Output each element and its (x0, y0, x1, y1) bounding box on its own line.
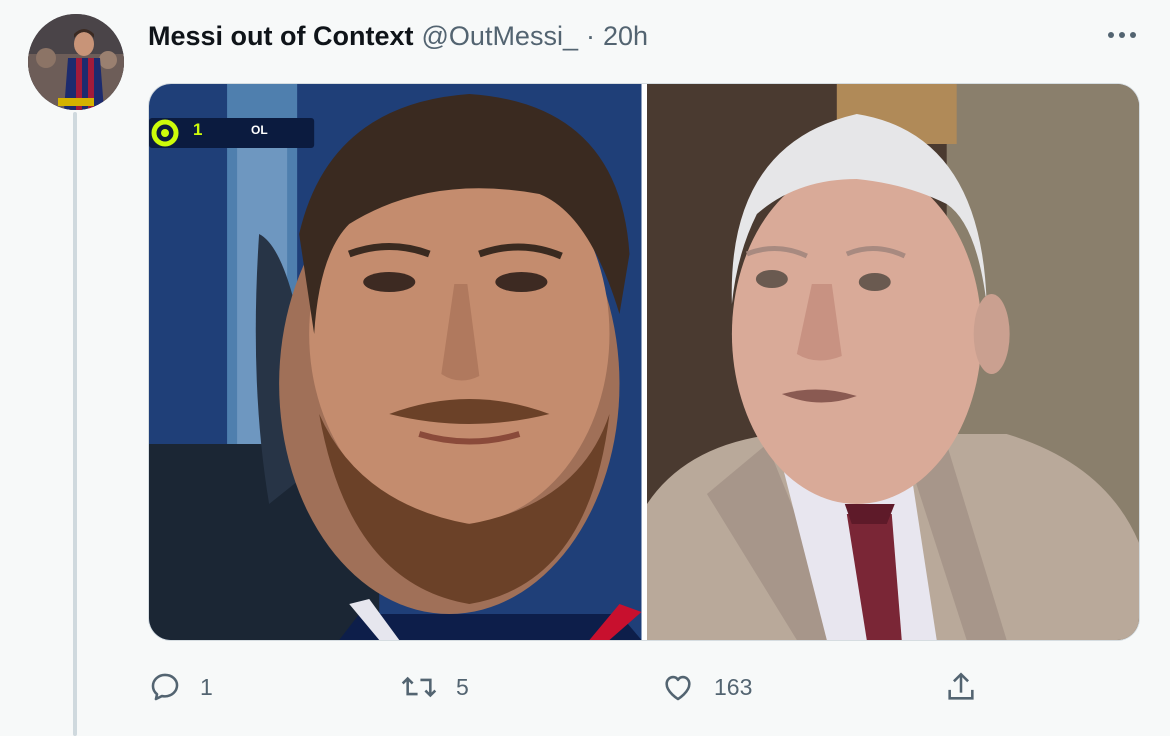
share-icon (948, 672, 974, 700)
tweet-actions: 1 5 163 (148, 664, 988, 710)
retweet-button[interactable]: 5 (400, 664, 469, 710)
share-button[interactable] (944, 664, 978, 710)
tweet-header: Messi out of Context @OutMessi_ · 20h (148, 18, 648, 54)
like-count: 163 (714, 673, 753, 700)
separator-dot: · (585, 20, 595, 51)
reply-count: 1 (200, 673, 213, 700)
author-avatar[interactable] (28, 14, 124, 110)
thread-line (73, 112, 77, 736)
retweet-count: 5 (456, 673, 469, 700)
team-overlay: OL (251, 123, 268, 137)
reply-button[interactable]: 1 (148, 664, 213, 710)
author-display-name[interactable]: Messi out of Context (148, 21, 414, 52)
tweet-timestamp[interactable]: 20h (603, 21, 648, 52)
like-button[interactable]: 163 (660, 664, 752, 710)
score-overlay: 1 (193, 120, 203, 139)
media-photo-right[interactable] (646, 84, 1139, 640)
older-man-in-suit-photo (646, 84, 1139, 640)
bearded-footballer-photo (149, 84, 642, 640)
more-options-button[interactable] (1100, 20, 1144, 50)
author-handle[interactable]: @OutMessi_ (422, 21, 578, 52)
heart-icon (665, 675, 691, 701)
retweet-icon (401, 676, 437, 698)
more-horizontal-icon (1108, 32, 1136, 38)
reply-icon (151, 673, 179, 701)
tweet-media: 1 OL (149, 84, 1139, 640)
avatar-photo (28, 14, 124, 110)
media-photo-left[interactable]: 1 OL (149, 84, 642, 640)
